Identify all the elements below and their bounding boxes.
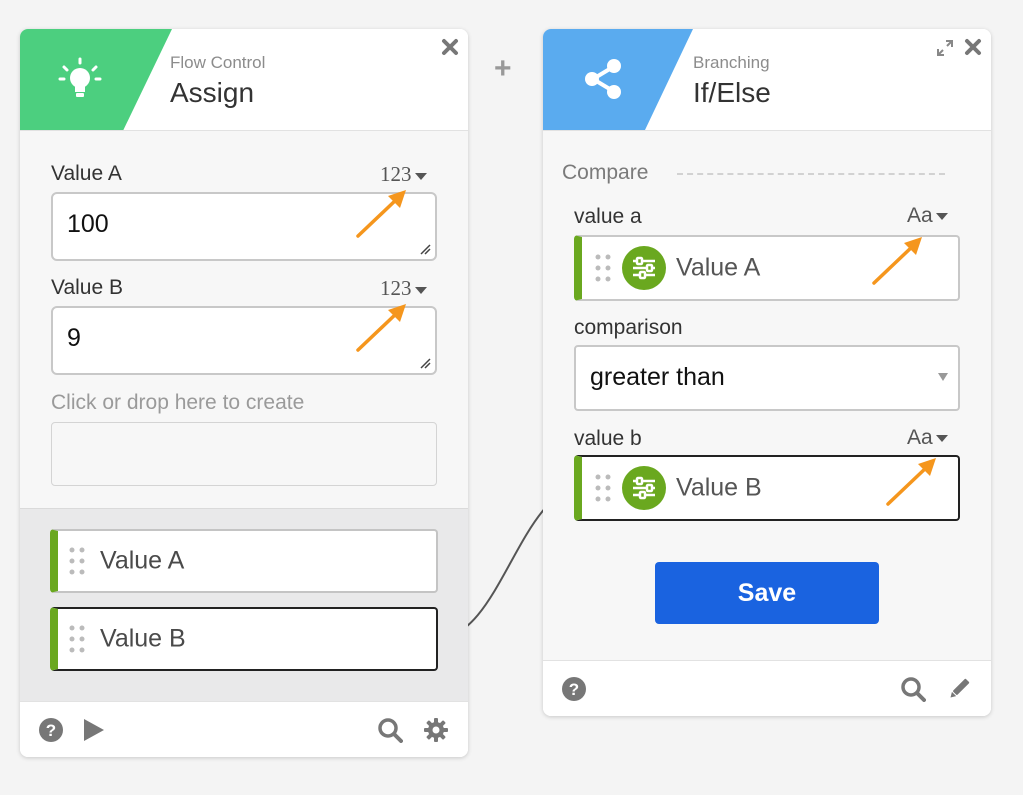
value-a-input-text: 100 <box>67 210 109 238</box>
drag-handle-icon[interactable] <box>594 473 612 503</box>
type-toggle-text: 123 <box>380 162 412 186</box>
caret-down-icon <box>935 434 948 442</box>
variable-pill-value-b[interactable]: Value B <box>50 607 438 671</box>
comparison-select[interactable]: greater than <box>574 345 960 411</box>
type-toggle-text: Aa <box>907 426 933 449</box>
assign-card-header: Flow Control Assign <box>20 29 468 130</box>
assign-card-title: Assign <box>170 77 255 108</box>
caret-down-icon <box>414 172 427 180</box>
caret-down-icon <box>938 373 948 381</box>
ifelse-card-footer: ? <box>543 660 991 716</box>
value-a-type-toggle[interactable]: 123 <box>380 162 427 187</box>
svg-text:?: ? <box>569 680 579 699</box>
assign-card: Flow Control Assign Value A 123 100 Valu… <box>20 29 468 757</box>
help-icon[interactable]: ? <box>561 676 587 702</box>
caret-down-icon <box>935 212 948 220</box>
drag-handle-icon[interactable] <box>68 624 86 654</box>
value-b-reference-label: Value B <box>676 473 762 502</box>
value-a-label: Value A <box>51 162 122 185</box>
value-b-type-toggle[interactable]: 123 <box>380 276 427 301</box>
ifelse-card-body: Compare value a Aa Value A comparison gr… <box>543 130 991 660</box>
variable-pill-value-a[interactable]: Value A <box>50 529 438 593</box>
compare-section-label: Compare <box>562 161 649 184</box>
value-b-label: value b <box>574 427 642 450</box>
variable-pill-label: Value B <box>100 624 186 653</box>
create-placeholder-label: Click or drop here to create <box>51 391 305 414</box>
close-icon[interactable] <box>963 37 983 57</box>
value-b-type-toggle[interactable]: Aa <box>907 426 948 450</box>
section-divider <box>677 173 945 175</box>
ifelse-card: Branching If/Else Compare value a Aa Val… <box>543 29 991 716</box>
value-a-reference-label: Value A <box>676 253 761 282</box>
assign-header-tile <box>20 29 172 130</box>
comparison-selected-value: greater than <box>590 363 725 391</box>
value-a-label: value a <box>574 205 642 228</box>
ifelse-header-tile <box>543 29 693 130</box>
add-card-button[interactable]: + <box>494 52 512 86</box>
variables-tray: Value A Value B <box>20 508 468 702</box>
value-a-type-toggle[interactable]: Aa <box>907 204 948 228</box>
save-button[interactable]: Save <box>655 562 879 624</box>
variable-pill-label: Value A <box>100 546 185 575</box>
comparison-label: comparison <box>574 316 683 339</box>
gear-icon[interactable] <box>423 717 449 743</box>
assign-card-body: Value A 123 100 Value B 123 9 Click or d… <box>20 130 468 508</box>
drag-handle-icon[interactable] <box>594 253 612 283</box>
search-icon[interactable] <box>377 717 403 743</box>
variable-sliders-icon <box>622 466 666 510</box>
drag-handle-icon[interactable] <box>68 546 86 576</box>
type-toggle-text: 123 <box>380 276 412 300</box>
play-icon[interactable] <box>80 717 106 743</box>
type-toggle-text: Aa <box>907 204 933 227</box>
ifelse-card-subtitle: Branching <box>693 53 770 72</box>
resize-grip-icon[interactable] <box>419 357 431 369</box>
svg-text:?: ? <box>46 721 56 740</box>
ifelse-card-header: Branching If/Else <box>543 29 991 130</box>
help-icon[interactable]: ? <box>38 717 64 743</box>
value-a-reference[interactable]: Value A <box>574 235 960 301</box>
value-a-input[interactable]: 100 <box>51 192 437 261</box>
variable-sliders-icon <box>622 246 666 290</box>
close-icon[interactable] <box>440 37 460 57</box>
value-b-input-text: 9 <box>67 324 81 352</box>
ifelse-card-title: If/Else <box>693 77 771 108</box>
expand-icon[interactable] <box>935 38 955 58</box>
assign-card-footer: ? <box>20 701 468 757</box>
value-b-input[interactable]: 9 <box>51 306 437 375</box>
search-icon[interactable] <box>900 676 926 702</box>
share-icon <box>585 59 621 99</box>
pencil-icon[interactable] <box>946 676 972 702</box>
caret-down-icon <box>414 286 427 294</box>
resize-grip-icon[interactable] <box>419 243 431 255</box>
lightbulb-icon <box>58 57 102 97</box>
value-b-reference[interactable]: Value B <box>574 455 960 521</box>
value-b-label: Value B <box>51 276 123 299</box>
assign-card-subtitle: Flow Control <box>170 53 266 72</box>
create-drop-zone[interactable] <box>51 422 437 486</box>
